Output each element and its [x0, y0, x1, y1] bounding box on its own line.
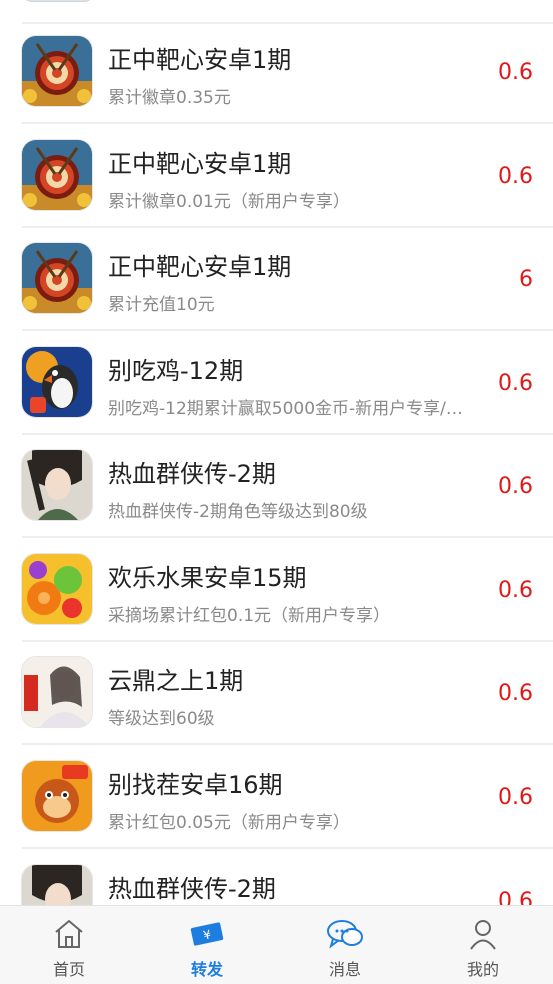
item-price: 0.6	[498, 60, 533, 85]
tab-label: 首页	[52, 960, 85, 979]
tab-messages[interactable]: 消息	[276, 906, 414, 984]
list-item[interactable]: 欢乐水果安卓15期 采摘场累计红包0.1元（新用户专享） 0.6	[22, 540, 553, 642]
item-title: 热血群侠传-2期	[108, 460, 276, 488]
item-description: 别吃鸡-12期累计赢取5000金币-新用户专享/…	[108, 399, 463, 419]
chat-icon	[325, 916, 365, 952]
game-thumbnail-icon	[22, 0, 94, 2]
list-item[interactable]: 云鼎之上1期 等级达到60级 0.6	[22, 643, 553, 745]
list-item[interactable]: 别吃鸡-12期 别吃鸡-12期累计赢取5000金币-新用户专享/… 0.6	[22, 333, 553, 435]
item-description: 累计徽章0.01元（新用户专享）	[108, 192, 350, 212]
item-description: 采摘场累计红包0.1元（新用户专享）	[108, 606, 391, 626]
item-title: 云鼎之上1期	[108, 667, 244, 695]
hero-game-icon	[22, 450, 92, 520]
item-price: 0.6	[498, 164, 533, 189]
item-description: 等级达到60级	[108, 709, 215, 729]
item-description: 累计红包0.05元（新用户专享）	[108, 813, 350, 833]
chicken-game-icon	[22, 347, 92, 417]
tab-forward[interactable]: ¥ 转发	[138, 906, 276, 984]
monkey-game-icon	[22, 761, 92, 831]
target-game-icon	[22, 36, 92, 106]
item-price: 0.6	[498, 681, 533, 706]
item-title: 正中靶心安卓1期	[108, 46, 292, 74]
item-title: 别找茬安卓16期	[108, 771, 283, 799]
item-title: 欢乐水果安卓15期	[108, 564, 307, 592]
list-item[interactable]: 正中靶心安卓1期 累计充值10元 6	[22, 229, 553, 331]
item-price: 0.6	[498, 578, 533, 603]
list-item[interactable]: 别找茬安卓16期 累计红包0.05元（新用户专享） 0.6	[22, 747, 553, 849]
item-title: 正中靶心安卓1期	[108, 150, 292, 178]
ticket-icon: ¥	[187, 916, 227, 952]
list-item-partial[interactable]	[22, 0, 553, 24]
bottom-tab-bar: 首页 ¥ 转发 消息 我的	[0, 905, 553, 984]
item-price: 6	[519, 267, 533, 292]
list-item[interactable]: 热血群侠传-2期 热血群侠传-2期角色等级达到80级 0.6	[22, 436, 553, 538]
tab-home[interactable]: 首页	[0, 906, 138, 984]
item-description: 累计充值10元	[108, 295, 215, 315]
target-game-icon	[22, 243, 92, 313]
item-title: 别吃鸡-12期	[108, 357, 244, 385]
target-game-icon	[22, 140, 92, 210]
list-item[interactable]: 正中靶心安卓1期 累计徽章0.01元（新用户专享） 0.6	[22, 126, 553, 228]
tab-label: 消息	[328, 960, 361, 979]
user-icon	[463, 916, 503, 952]
fairy-game-icon	[22, 657, 92, 727]
item-price: 0.6	[498, 785, 533, 810]
item-price: 0.6	[498, 474, 533, 499]
item-price: 0.6	[498, 371, 533, 396]
item-title: 热血群侠传-2期	[108, 875, 276, 903]
item-description: 累计徽章0.35元	[108, 88, 231, 108]
item-title: 正中靶心安卓1期	[108, 253, 292, 281]
tab-label: 我的	[466, 960, 499, 979]
tab-label: 转发	[190, 960, 223, 979]
home-icon	[49, 916, 89, 952]
item-description: 热血群侠传-2期角色等级达到80级	[108, 502, 368, 522]
list-item[interactable]: 正中靶心安卓1期 累计徽章0.35元 0.6	[22, 22, 553, 124]
tab-profile[interactable]: 我的	[414, 906, 552, 984]
fruit-game-icon	[22, 554, 92, 624]
